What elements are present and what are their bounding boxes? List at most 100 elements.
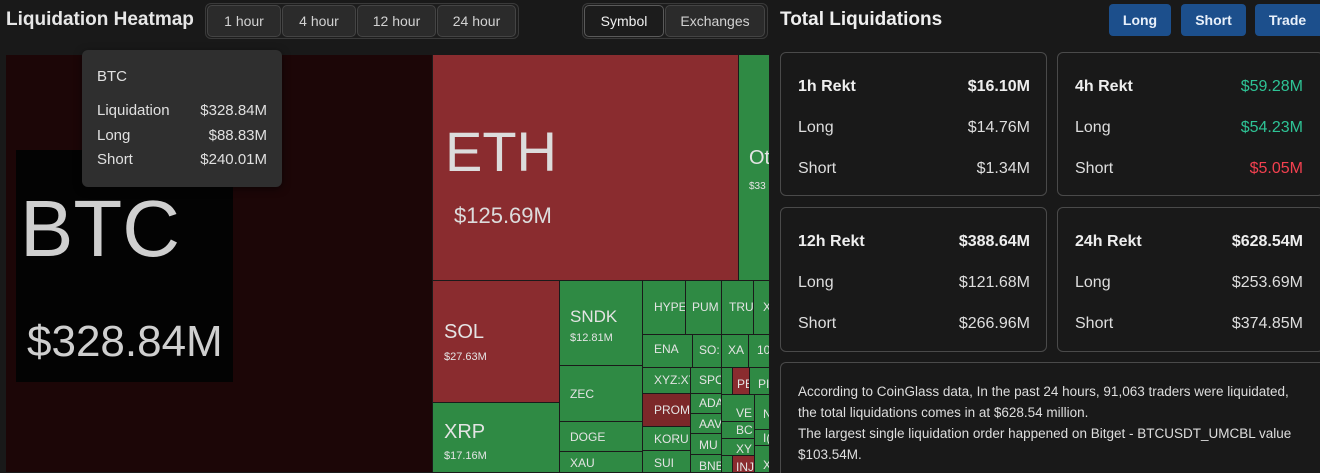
view-symbol-button[interactable]: Symbol [584,5,664,37]
tile-ve-symbol: VE [736,406,753,420]
tile-hype-symbol: HYPE [654,300,686,314]
timeframe-4h-button[interactable]: 4 hour [282,5,356,37]
treemap-tile-xa[interactable]: XA [722,335,749,368]
tooltip-symbol: BTC [97,68,127,85]
treemap-tile-zec[interactable]: ZEC [560,366,643,422]
treemap-tile-spcx[interactable]: SPCX [691,368,722,394]
treemap-tile-gap2[interactable] [722,456,733,473]
treemap-tile-prom[interactable]: PROM [643,394,691,427]
tooltip-value: $328.84M [200,102,267,119]
tile-so-symbol: SO: [699,343,720,357]
tile-eth-value: $125.69M [454,203,552,228]
treemap-tile-sol[interactable]: SOL $27.63M [433,281,560,403]
treemap-tile-ada[interactable]: ADA [691,394,722,414]
treemap-tile-mu[interactable]: MU [691,434,722,455]
card-title: 12h Rekt [798,233,865,250]
long-label: Long [1075,274,1111,291]
timeframe-12h-button[interactable]: 12 hour [357,5,436,37]
liquidation-summary: According to CoinGlass data, In the past… [780,362,1320,473]
treemap-tile-n[interactable]: N [755,395,770,430]
card-24h-rekt: 24h Rekt $628.54M Long $253.69M Short $3… [1057,207,1320,352]
trade-button[interactable]: Trade [1255,4,1320,36]
treemap-tile-xyz[interactable]: XYZ:XY [643,368,691,394]
treemap-tile-inj[interactable]: INJ [733,456,755,473]
tooltip-label: Long [97,126,131,144]
card-total: $628.54M [1231,233,1303,250]
tile-pi-symbol: PI [758,377,770,391]
treemap-tile-pe[interactable]: PE [733,368,750,395]
view-exchanges-button[interactable]: Exchanges [665,5,765,37]
card-12h-rekt: 12h Rekt $388.64M Long $121.68M Short $2… [780,207,1047,352]
long-value: $253.69M [1231,274,1303,291]
treemap-tile-pi[interactable]: PI [750,368,770,395]
treemap-tile-xrp[interactable]: XRP $17.16M [433,403,560,473]
treemap-tile-x2[interactable]: X [755,446,770,473]
tooltip-row-liquidation: Liquidation $328.84M [97,102,267,127]
treemap-tile-other[interactable]: Ot $33 [739,55,770,281]
tile-xau-symbol: XAU [570,456,595,470]
treemap-tile-xy[interactable]: XY [722,439,755,456]
card-short-row: Short $266.96M [798,315,1030,333]
short-button[interactable]: Short [1181,4,1246,36]
short-value: $266.96M [958,315,1030,332]
heatmap-title: Liquidation Heatmap [6,9,194,30]
tile-xrp-value: $17.16M [444,450,487,462]
tile-i-symbol: I( [763,431,770,445]
treemap-tile-ve[interactable]: VE [722,395,755,422]
tile-btc-value: $328.84M [27,317,223,366]
tile-10-symbol: 10 [757,343,770,357]
long-value: $121.68M [958,274,1030,291]
long-value: $14.76M [967,119,1030,136]
treemap-tile-so[interactable]: SO: [693,335,722,368]
treemap-tile-hype[interactable]: HYPE [643,281,686,335]
tile-xrp-symbol: XRP [444,421,486,443]
timeframe-24h-button[interactable]: 24 hour [437,5,516,37]
treemap-tile-eth[interactable]: ETH $125.69M [433,55,739,281]
card-total: $16.10M [967,78,1030,95]
treemap-tile-ena[interactable]: ENA [643,335,693,368]
tile-btc-symbol: BTC [20,184,180,273]
treemap-tile-tru[interactable]: TRU [722,281,754,335]
card-1h-rekt: 1h Rekt $16.10M Long $14.76M Short $1.34… [780,52,1047,196]
tile-aave-symbol: AAVE [699,417,722,431]
treemap-tile-i[interactable]: I( [755,430,770,446]
card-short-row: Short $1.34M [798,160,1030,178]
tile-bc-symbol: BC [736,423,753,437]
treemap-tile-x1[interactable]: X [754,281,770,335]
tile-doge-symbol: DOGE [570,430,606,444]
treemap-tile-10[interactable]: 10 [749,335,770,368]
tile-other-value: $33 [749,181,766,192]
tile-mu-symbol: MU [699,438,718,452]
treemap-tile-sui[interactable]: SUI [643,451,691,473]
treemap-tile-sndk[interactable]: SNDK $12.81M [560,281,643,366]
tile-sol-symbol: SOL [444,321,485,343]
tooltip-row-short: Short $240.01M [97,151,267,176]
tile-prom-symbol: PROM [654,403,690,417]
total-liquidations-title: Total Liquidations [780,9,943,30]
tooltip-row-long: Long $88.83M [97,127,267,152]
treemap-tile-bnb[interactable]: BNB [691,455,722,473]
card-total: $59.28M [1240,78,1303,95]
tile-eth-symbol: ETH [445,120,557,183]
short-label: Short [1075,160,1114,177]
treemap-tile-doge[interactable]: DOGE [560,422,643,452]
treemap-tile-koru[interactable]: KORU [643,427,691,451]
long-button[interactable]: Long [1109,4,1171,36]
card-long-row: Long $14.76M [798,119,1030,137]
treemap-tile-xau[interactable]: XAU [560,452,643,473]
treemap-tile-gap[interactable] [722,368,733,395]
treemap-tile-aave[interactable]: AAVE [691,414,722,434]
tile-sndk-value: $12.81M [570,332,613,344]
treemap-tile-pum[interactable]: PUM [686,281,722,335]
timeframe-1h-button[interactable]: 1 hour [207,5,281,37]
treemap-tile-bc[interactable]: BC [722,422,755,439]
tooltip-value: $88.83M [208,126,267,144]
tile-pum-symbol: PUM [692,300,719,314]
card-title: 24h Rekt [1075,233,1142,250]
tile-zec-symbol: ZEC [570,387,594,401]
tile-inj-symbol: INJ [736,460,754,473]
short-value: $1.34M [976,160,1030,177]
short-value: $5.05M [1249,160,1303,177]
tile-tru-symbol: TRU [729,300,754,314]
tile-sol-value: $27.63M [444,351,487,363]
